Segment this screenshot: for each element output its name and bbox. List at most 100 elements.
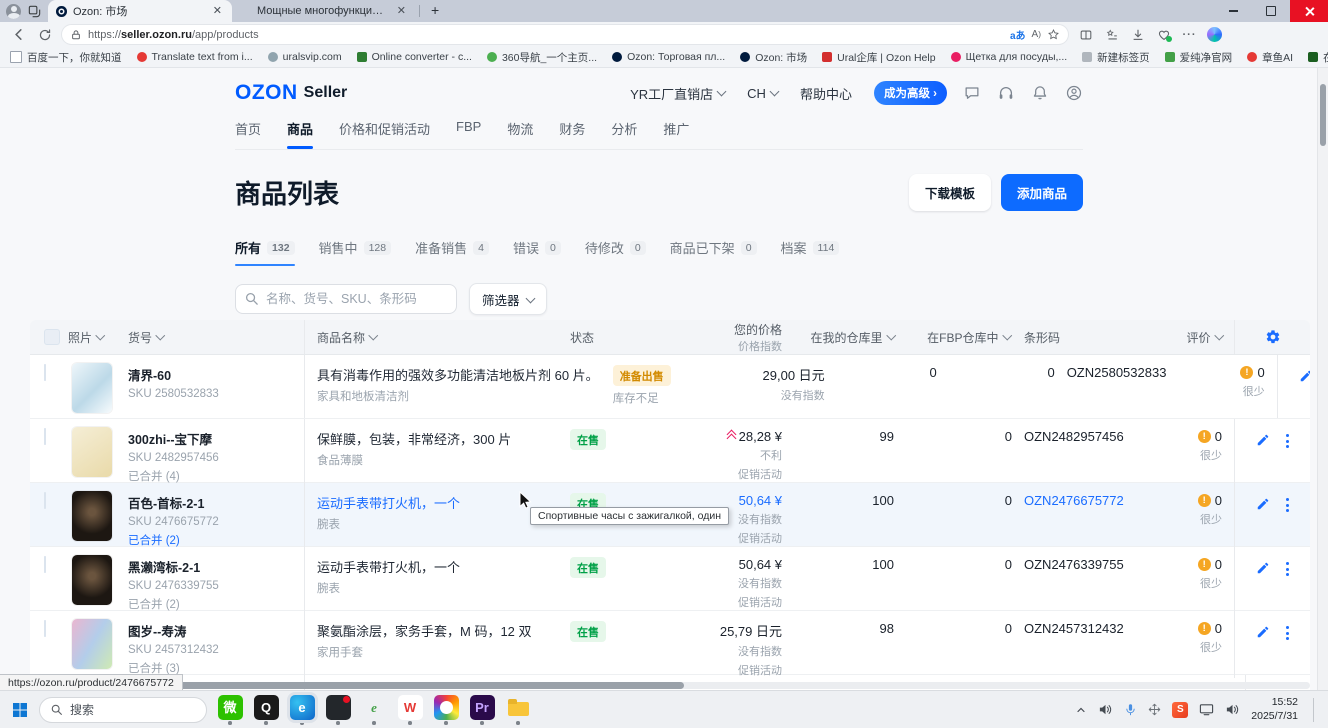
bookmark-item[interactable]: uralsvip.com [268,51,342,63]
taskbar-app-icon[interactable]: e [286,695,318,725]
product-price[interactable]: 50,64 ¥ [739,557,782,572]
product-thumbnail[interactable] [72,619,112,669]
header-stock[interactable]: 在我的仓库里 [784,329,896,346]
taskbar-app-icon[interactable] [430,695,462,725]
back-icon[interactable] [10,26,27,43]
window-maximize-button[interactable] [1252,0,1290,22]
download-template-button[interactable]: 下载模板 [909,174,991,211]
language-selector[interactable]: CH [747,86,778,101]
vertical-scrollbar-thumb[interactable] [1320,84,1326,146]
taskbar-app-icon[interactable]: e [358,695,390,725]
new-tab-button[interactable]: + [423,0,447,22]
merged-link[interactable]: 已合并 (2) [128,532,304,548]
product-thumbnail[interactable] [72,555,112,605]
bookmark-item[interactable]: 新建标签页 [1082,50,1150,65]
downloads-icon[interactable] [1129,26,1146,43]
product-price[interactable]: 29,00 日元 [763,365,825,384]
select-all-checkbox[interactable] [44,329,60,345]
split-screen-icon[interactable] [1077,26,1094,43]
barcode-value[interactable]: OZN2482957456 [1024,429,1124,444]
taskbar-search[interactable]: 搜索 [39,697,207,723]
bookmark-item[interactable]: 360导航_一个主页... [487,50,597,65]
bookmark-item[interactable]: Online converter - c... [357,51,472,63]
browser-tab[interactable]: Мощные многофункциональнь ✕ [232,0,416,22]
browser-essentials-icon[interactable] [1155,26,1172,43]
tab-close-icon[interactable]: ✕ [395,5,408,18]
translate-icon[interactable]: aあ [1010,27,1026,42]
help-center-link[interactable]: 帮助中心 [800,84,852,103]
row-checkbox[interactable] [44,428,46,445]
product-price[interactable]: 50,64 ¥ [739,493,782,508]
more-menu-icon[interactable]: ··· [1181,26,1198,43]
bookmark-item[interactable]: Ozon: Торговая пл... [612,51,725,63]
row-checkbox[interactable] [44,492,46,509]
bookmark-item[interactable]: 在线转换器 - 免费... [1308,50,1328,65]
bell-icon[interactable] [1031,84,1049,102]
product-name-link[interactable]: 聚氨酯涂层，家务手套，M 码，12 双 [317,621,556,640]
volume-icon[interactable] [1098,702,1113,717]
taskbar-app-icon[interactable]: 微 [214,695,246,725]
product-name-link[interactable]: 运动手表带打火机，一个 [317,557,556,576]
product-thumbnail[interactable] [72,363,112,413]
product-filter-tab[interactable]: 销售中 128 [319,238,392,266]
gear-icon[interactable] [1265,329,1281,345]
barcode-value[interactable]: OZN2580532833 [1067,365,1167,380]
seller-nav-item[interactable]: 分析 [611,119,637,149]
seller-nav-item[interactable]: 推广 [663,119,689,149]
seller-nav-item[interactable]: 价格和促销活动 [339,119,430,149]
product-name-link[interactable]: 保鲜膜，包装，非常经济，300 片 [317,429,556,448]
product-filter-tab[interactable]: 待修改 0 [585,238,646,266]
product-filter-tab[interactable]: 所有 132 [235,238,295,266]
tab-close-icon[interactable]: ✕ [211,5,224,18]
collections-icon[interactable] [1103,26,1120,43]
seller-nav-item[interactable]: 首页 [235,119,261,149]
merged-link[interactable]: 已合并 (4) [128,468,304,484]
store-selector[interactable]: YR工厂直销店 [630,84,725,103]
header-name[interactable]: 商品名称 [304,320,564,354]
bookmark-item[interactable]: Ozon: 市场 [740,50,807,65]
move-tool-icon[interactable] [1148,703,1161,716]
barcode-value[interactable]: OZN2476339755 [1024,557,1124,572]
row-more-menu-icon[interactable] [1286,561,1289,576]
window-minimize-button[interactable] [1214,0,1252,22]
taskbar-app-icon[interactable] [322,695,354,725]
product-filter-tab[interactable]: 商品已下架 0 [670,238,757,266]
tray-chevron-up-icon[interactable] [1075,704,1087,716]
bookmark-item[interactable]: Translate text from i... [137,51,253,63]
chat-icon[interactable] [963,84,981,102]
row-more-menu-icon[interactable] [1286,497,1289,512]
account-icon[interactable] [1065,84,1083,102]
row-checkbox[interactable] [44,620,46,637]
seller-nav-item[interactable]: 物流 [507,119,533,149]
bookmark-item[interactable]: 百度一下，你就知道 [10,50,122,65]
seller-nav-item[interactable]: FBP [456,119,481,149]
cast-display-icon[interactable] [1199,702,1214,717]
show-desktop-button[interactable] [1313,698,1314,722]
speaker-icon[interactable] [1225,702,1240,717]
premium-button[interactable]: 成为高级 › [874,81,947,105]
seller-nav-item[interactable]: 财务 [559,119,585,149]
header-rating[interactable]: 评价 [1146,329,1234,346]
row-more-menu-icon[interactable] [1286,625,1289,640]
edit-pencil-icon[interactable] [1256,497,1270,511]
taskbar-app-icon[interactable] [502,695,534,725]
filter-button[interactable]: 筛选器 [469,283,547,315]
vertical-scrollbar[interactable] [1317,68,1328,690]
edit-pencil-icon[interactable] [1299,369,1310,383]
browser-profile-icon[interactable] [6,4,21,19]
copilot-icon[interactable] [1207,27,1222,42]
merged-link[interactable]: 已合并 (2) [128,596,304,612]
barcode-value[interactable]: OZN2457312432 [1024,621,1124,636]
product-filter-tab[interactable]: 准备销售 4 [415,238,489,266]
row-checkbox[interactable] [44,556,46,573]
product-price[interactable]: 25,79 日元 [720,621,782,640]
product-name-link[interactable]: 具有消毒作用的强效多功能清洁地板片剂 60 片。 [317,365,599,384]
edit-pencil-icon[interactable] [1256,561,1270,575]
window-close-button[interactable] [1290,0,1328,22]
row-checkbox[interactable] [44,364,46,381]
edit-pencil-icon[interactable] [1256,433,1270,447]
product-thumbnail[interactable] [72,491,112,541]
refresh-icon[interactable] [36,26,53,43]
product-filter-tab[interactable]: 错误 0 [513,238,561,266]
taskbar-app-icon[interactable]: Pr [466,695,498,725]
